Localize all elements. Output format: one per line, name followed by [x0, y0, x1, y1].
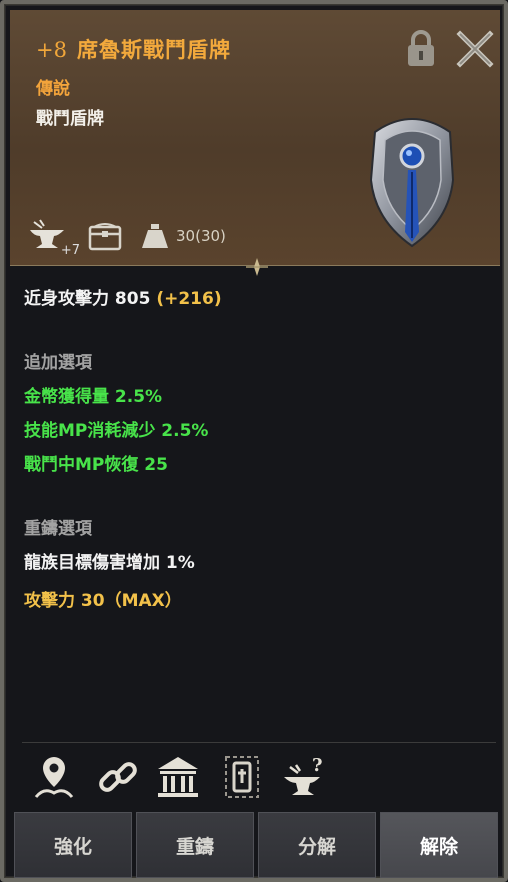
rarity-label: 傳說 — [36, 79, 70, 99]
link-icon[interactable] — [94, 753, 142, 801]
reforge-button[interactable]: 重鑄 — [136, 812, 254, 878]
button-row: 強化 重鑄 分解 解除 — [14, 812, 498, 878]
action-icon-bar: ? — [22, 742, 496, 806]
reforge-option-1: 龍族目標傷害增加 1% — [24, 553, 195, 573]
anvil-bonus: +7 — [60, 243, 80, 258]
additional-option-2: 技能MP消耗減少 2.5% — [24, 421, 209, 441]
reforge-options-title: 重鑄選項 — [24, 519, 92, 539]
dismantle-button[interactable]: 分解 — [258, 812, 376, 878]
item-details: 近身攻擊力 805 (+216) 追加選項 金幣獲得量 2.5% 技能MP消耗減… — [10, 272, 500, 740]
enhance-button[interactable]: 強化 — [14, 812, 132, 878]
weight-value: 30(30) — [176, 227, 226, 245]
anvil-icon: +7 — [28, 218, 80, 258]
item-type: 戰鬥盾牌 — [36, 109, 104, 129]
additional-option-1: 金幣獲得量 2.5% — [24, 387, 163, 407]
item-tooltip-window: +8 席魯斯戰鬥盾牌 傳說 戰鬥盾牌 +7 30(30) 近身攻擊力 805 (… — [0, 0, 508, 882]
base-stat-line: 近身攻擊力 805 (+216) — [24, 284, 222, 309]
item-name: 席魯斯戰鬥盾牌 — [76, 37, 231, 62]
base-stat-bonus: (+216) — [156, 289, 222, 309]
weight-icon — [142, 224, 168, 248]
chest-icon — [88, 223, 122, 251]
enhance-level: +8 — [36, 38, 67, 62]
museum-icon[interactable] — [154, 753, 202, 801]
unequip-button[interactable]: 解除 — [380, 812, 498, 878]
location-pin-icon[interactable] — [30, 753, 78, 801]
item-header: +8 席魯斯戰鬥盾牌 傳說 戰鬥盾牌 +7 30(30) — [10, 10, 500, 266]
lock-icon[interactable] — [406, 30, 436, 68]
additional-option-3: 戰鬥中MP恢復 25 — [24, 455, 168, 475]
reforge-option-2: 攻擊力 30（MAX） — [24, 591, 182, 611]
close-icon[interactable] — [456, 30, 494, 68]
meta-row: +7 30(30) — [28, 218, 226, 258]
lock-frame-icon[interactable] — [218, 753, 266, 801]
shield-icon — [369, 118, 455, 248]
base-stat-label: 近身攻擊力 805 — [24, 289, 151, 309]
svg-text:?: ? — [312, 755, 323, 776]
anvil-question-icon[interactable]: ? — [280, 753, 328, 801]
title-row: +8 席魯斯戰鬥盾牌 — [36, 34, 231, 64]
additional-options-title: 追加選項 — [24, 353, 92, 373]
